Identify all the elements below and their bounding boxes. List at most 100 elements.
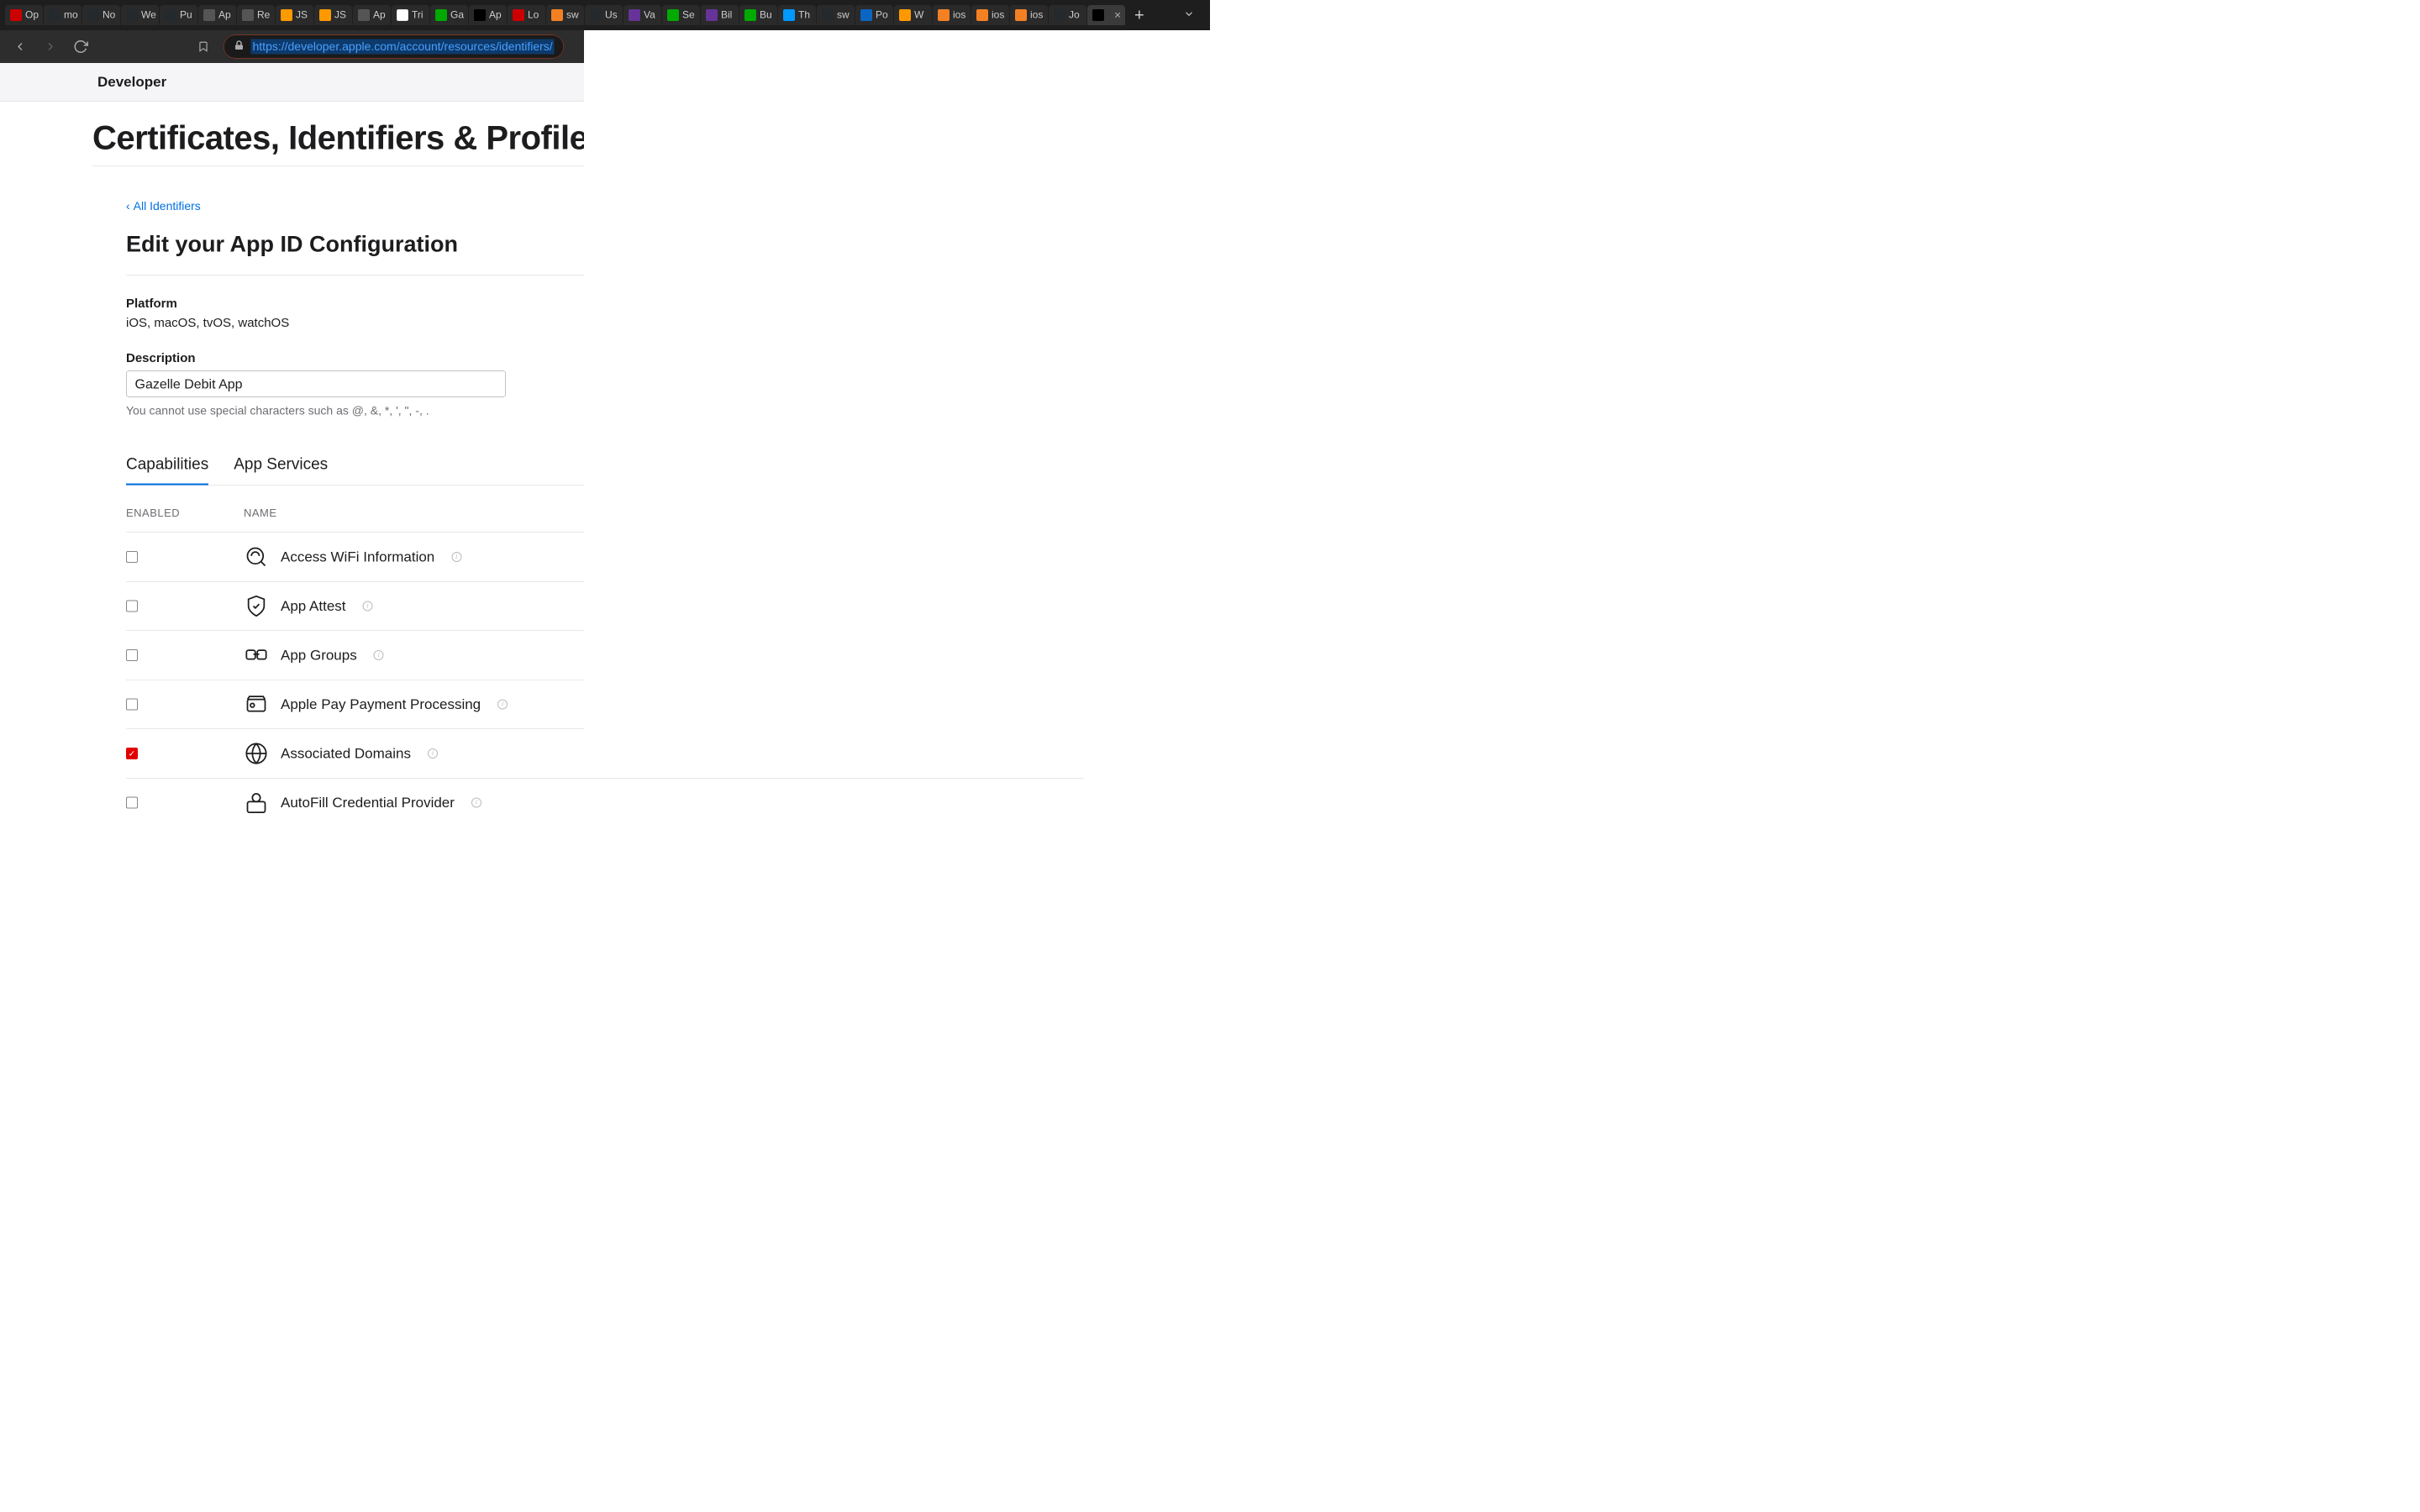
tab-favicon-icon	[474, 9, 486, 21]
capability-icon	[244, 790, 269, 816]
tab-label: Pu	[180, 9, 192, 21]
tab-favicon-icon	[860, 9, 872, 21]
developer-logo[interactable]: Developer	[92, 74, 166, 91]
tab-favicon-icon	[938, 9, 950, 21]
tab-favicon-icon	[976, 9, 988, 21]
browser-tab[interactable]: Ga	[430, 5, 468, 25]
reload-button[interactable]	[71, 37, 91, 57]
browser-tab[interactable]: No	[82, 5, 120, 25]
tab-label: Ga	[450, 9, 464, 21]
tab-favicon-icon	[629, 9, 640, 21]
new-tab-button[interactable]: +	[1126, 6, 1153, 25]
browser-tab[interactable]: We	[121, 5, 159, 25]
url-bar[interactable]: https://developer.apple.com/account/reso…	[224, 35, 564, 59]
description-input[interactable]	[126, 370, 506, 397]
browser-tab[interactable]: Ap	[469, 5, 507, 25]
tab-favicon-icon	[822, 9, 834, 21]
capability-checkbox[interactable]	[126, 601, 138, 612]
browser-tab[interactable]: Bu	[739, 5, 777, 25]
tab-favicon-icon	[706, 9, 718, 21]
bookmark-button[interactable]	[193, 37, 213, 57]
capability-checkbox[interactable]: ✓	[126, 748, 138, 759]
browser-tab[interactable]: Se	[662, 5, 700, 25]
browser-tab[interactable]: Op	[5, 5, 43, 25]
browser-tab[interactable]: ios	[933, 5, 971, 25]
browser-tab[interactable]: Tri	[392, 5, 429, 25]
browser-tab[interactable]: Re	[237, 5, 275, 25]
info-icon[interactable]: i	[363, 601, 373, 612]
capability-name-cell: Access WiFi Information i	[244, 544, 630, 570]
browser-tab[interactable]: Th	[778, 5, 816, 25]
browser-tab[interactable]: Ap	[353, 5, 391, 25]
info-icon[interactable]: i	[451, 552, 461, 562]
tab-label: JS	[334, 9, 346, 21]
browser-tab[interactable]: Jo	[1049, 5, 1086, 25]
header-name: NAME	[244, 507, 630, 520]
tab-label: Bil	[721, 9, 732, 21]
tab-label: Ap	[373, 9, 386, 21]
tab-label: Ap	[218, 9, 231, 21]
browser-tab[interactable]: ios	[1010, 5, 1048, 25]
browser-tab[interactable]: ios	[971, 5, 1009, 25]
tab-favicon-icon	[281, 9, 292, 21]
capability-name: Access WiFi Information	[281, 549, 434, 565]
capability-name: Apple Pay Payment Processing	[281, 696, 481, 713]
back-link-text: All Identifiers	[134, 200, 201, 213]
tab-favicon-icon	[126, 9, 138, 21]
tab-label: mo	[64, 9, 78, 21]
browser-tab[interactable]: JS	[276, 5, 313, 25]
browser-tab[interactable]: Us	[585, 5, 623, 25]
info-icon[interactable]: i	[374, 650, 384, 660]
capability-icon	[244, 544, 269, 570]
tab-favicon-icon	[242, 9, 254, 21]
browser-tab[interactable]: sw	[817, 5, 855, 25]
forward-button[interactable]	[40, 37, 60, 57]
tab-capabilities[interactable]: Capabilities	[126, 455, 208, 486]
browser-tab[interactable]: mo	[44, 5, 82, 25]
tab-label: Us	[605, 9, 618, 21]
tab-label: Se	[682, 9, 695, 21]
capability-icon	[244, 741, 269, 766]
info-icon[interactable]: i	[428, 748, 438, 759]
capability-icon	[244, 692, 269, 717]
browser-tab[interactable]: W	[894, 5, 932, 25]
browser-tab[interactable]: Po	[855, 5, 893, 25]
tab-favicon-icon	[397, 9, 408, 21]
tab-label: Va	[644, 9, 655, 21]
tab-favicon-icon	[513, 9, 524, 21]
tab-label: Th	[798, 9, 810, 21]
tab-overflow-button[interactable]	[1173, 8, 1205, 23]
capability-checkbox[interactable]	[126, 797, 138, 809]
browser-tab[interactable]: Va	[623, 5, 661, 25]
close-icon[interactable]: ×	[1114, 8, 1121, 22]
tab-label: Tri	[412, 9, 424, 21]
edit-title: Edit your App ID Configuration	[126, 231, 458, 257]
tab-favicon-icon	[899, 9, 911, 21]
info-icon[interactable]: i	[471, 798, 481, 808]
chevron-left-icon: ‹	[126, 200, 130, 213]
browser-tab[interactable]: Ap	[198, 5, 236, 25]
info-icon[interactable]: i	[497, 700, 508, 710]
browser-tab[interactable]: Lo	[508, 5, 545, 25]
tab-label: ios	[953, 9, 965, 21]
browser-tab[interactable]: Pu	[160, 5, 197, 25]
tab-app-services[interactable]: App Services	[234, 455, 328, 486]
browser-tab[interactable]: sw	[546, 5, 584, 25]
browser-tab[interactable]: JS	[314, 5, 352, 25]
developer-text: Developer	[97, 74, 166, 91]
capability-checkbox[interactable]	[126, 699, 138, 711]
capability-checkbox[interactable]	[126, 551, 138, 563]
right-overlay-panel	[584, 30, 1210, 756]
tab-label: No	[103, 9, 115, 21]
tab-favicon-icon	[203, 9, 215, 21]
lock-icon	[234, 39, 245, 55]
tab-favicon-icon	[87, 9, 99, 21]
capability-checkbox[interactable]	[126, 649, 138, 661]
browser-tab[interactable]: Bil	[701, 5, 739, 25]
tab-favicon-icon	[49, 9, 60, 21]
browser-tab[interactable]: ×	[1087, 5, 1125, 25]
tab-label: Po	[876, 9, 888, 21]
tab-favicon-icon	[1092, 9, 1104, 21]
tab-favicon-icon	[667, 9, 679, 21]
back-button[interactable]	[10, 37, 30, 57]
